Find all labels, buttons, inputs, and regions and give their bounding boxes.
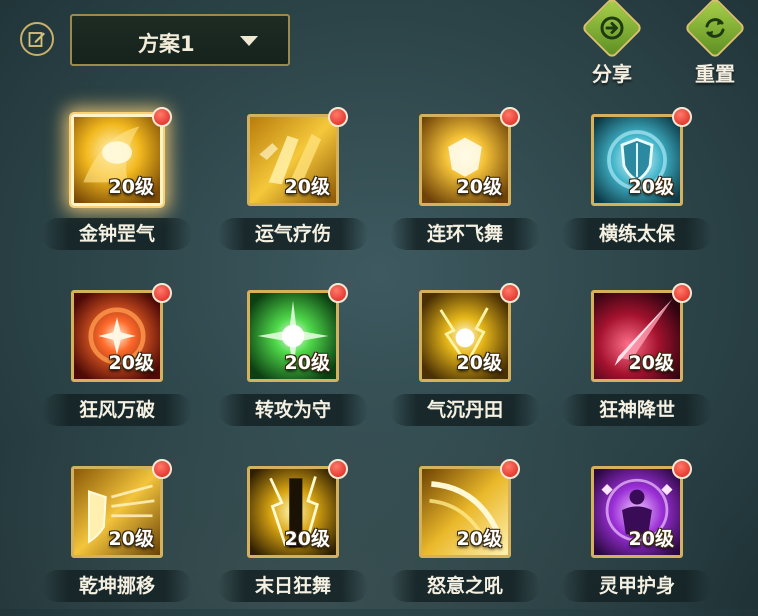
notification-dot [500,283,520,303]
skill-level: 20级 [284,528,330,550]
share-badge [580,0,644,60]
scheme-label: 方案1 [138,32,195,56]
edit-icon [28,32,45,47]
share-icon [600,16,624,40]
skill-slot[interactable]: 20级 末日狂舞 [218,459,368,616]
skill-slot[interactable]: 20级 运气疗伤 [218,107,368,264]
skill-name: 怒意之吼 [390,570,540,602]
scheme-dropdown[interactable]: 方案1 [70,14,290,66]
skill-level: 20级 [628,176,674,198]
reset-label: 重置 [695,62,735,86]
skill-name: 转攻为守 [218,394,368,426]
skill-icon-frame: 20级 [419,114,511,206]
notification-dot [672,107,692,127]
notification-dot [152,459,172,479]
skill-name: 金钟罡气 [42,218,192,250]
notification-dot [152,283,172,303]
skill-name: 狂风万破 [42,394,192,426]
skill-icon-frame: 20级 [419,290,511,382]
skill-slot[interactable]: 20级 狂神降世 [562,283,712,440]
skill-name: 气沉丹田 [390,394,540,426]
share-label: 分享 [592,62,632,86]
skill-slot[interactable]: 20级 横练太保 [562,107,712,264]
skill-level: 20级 [456,528,502,550]
skill-name: 横练太保 [562,218,712,250]
skill-icon-frame: 20级 [247,290,339,382]
notification-dot [500,459,520,479]
skill-icon-frame: 20级 [247,466,339,558]
skill-level: 20级 [108,352,154,374]
reset-badge [683,0,747,60]
notification-dot [328,107,348,127]
skill-icon-frame: 20级 [71,466,163,558]
reset-icon [705,18,725,38]
skill-slot[interactable]: 20级 转攻为守 [218,283,368,440]
skill-slot[interactable]: 20级 灵甲护身 [562,459,712,616]
skill-icon-frame: 20级 [247,114,339,206]
skill-level: 20级 [628,528,674,550]
skill-name: 狂神降世 [562,394,712,426]
notification-dot [328,459,348,479]
notification-dot [500,107,520,127]
skill-level: 20级 [456,176,502,198]
skill-level: 20级 [456,352,502,374]
notification-dot [328,283,348,303]
skill-slot[interactable]: 20级 金钟罡气 [42,107,192,264]
skill-level: 20级 [628,352,674,374]
skill-icon-frame: 20级 [591,290,683,382]
skill-icon-frame: 20级 [71,290,163,382]
skill-slot[interactable]: 20级 连环飞舞 [390,107,540,264]
skill-name: 末日狂舞 [218,570,368,602]
notification-dot [672,459,692,479]
skill-icon-frame: 20级 [591,466,683,558]
skill-icon-frame: 20级 [71,114,163,206]
skill-slot[interactable]: 20级 怒意之吼 [390,459,540,616]
caret-down-icon [240,36,258,46]
skill-slot[interactable]: 20级 气沉丹田 [390,283,540,440]
skill-icon-frame: 20级 [419,466,511,558]
edit-scheme-button[interactable] [20,22,54,56]
notification-dot [672,283,692,303]
skill-level: 20级 [108,176,154,198]
skill-level: 20级 [108,528,154,550]
skill-name: 连环飞舞 [390,218,540,250]
skill-name: 乾坤挪移 [42,570,192,602]
reset-button[interactable]: 重置 [683,0,747,87]
skill-name: 灵甲护身 [562,570,712,602]
share-button[interactable]: 分享 [580,0,644,87]
skill-slot[interactable]: 20级 狂风万破 [42,283,192,440]
skill-slot[interactable]: 20级 乾坤挪移 [42,459,192,616]
skill-icon-frame: 20级 [591,114,683,206]
skill-name: 运气疗伤 [218,218,368,250]
skill-level: 20级 [284,176,330,198]
skill-level: 20级 [284,352,330,374]
notification-dot [152,107,172,127]
